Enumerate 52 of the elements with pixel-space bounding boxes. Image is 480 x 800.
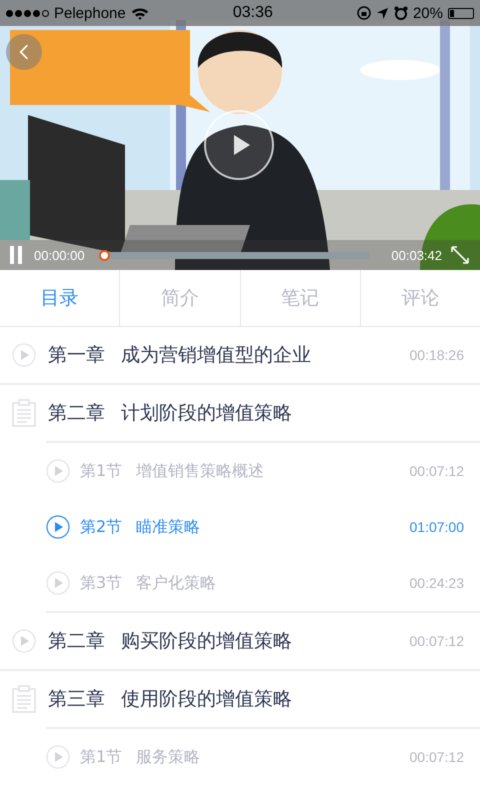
section-number: 第1节: [80, 460, 122, 482]
clipboard-icon: [12, 399, 36, 427]
duration: 00:07:12: [410, 749, 464, 765]
back-icon: [19, 43, 29, 61]
alarm-icon: [394, 6, 408, 20]
chapter-title: 成为营销增值型的企业: [121, 343, 311, 368]
carrier-name: Pelephone: [54, 4, 126, 22]
chapter-item[interactable]: 第二章 计划阶段的增值策略: [0, 385, 480, 441]
play-icon: [12, 343, 36, 367]
chapter-number: 第二章: [48, 629, 105, 654]
duration: 00:18:26: [410, 347, 464, 363]
battery-percent: 20%: [412, 4, 443, 22]
chapter-item[interactable]: 第二章 购买阶段的增值策略 00:07:12: [0, 613, 480, 671]
clipboard-icon: [12, 685, 36, 713]
section-title: 瞄准策略: [136, 516, 200, 538]
section-number: 第1节: [80, 746, 122, 768]
section-item[interactable]: 第1节 增值销售策略概述 00:07:12: [46, 443, 480, 499]
duration: 01:07:00: [410, 519, 464, 535]
section-title: 客户化策略: [136, 572, 216, 594]
clock-time: 03:36: [232, 4, 273, 22]
section-item[interactable]: 第2节 瞄准策略 01:07:00: [46, 499, 480, 555]
section-item[interactable]: 第1节 服务策略 00:07:12: [46, 729, 480, 785]
chapter-title: 计划阶段的增值策略: [121, 401, 292, 426]
chapter-item[interactable]: 第三章 使用阶段的增值策略: [0, 671, 480, 727]
seek-bar[interactable]: [98, 250, 370, 260]
play-icon: [46, 745, 70, 769]
section-number: 第3节: [80, 572, 122, 594]
duration: 00:24:23: [410, 575, 464, 591]
play-icon: [232, 133, 252, 157]
chapter-title: 购买阶段的增值策略: [121, 629, 292, 654]
section-title: 增值销售策略概述: [136, 460, 264, 482]
signal-icon: [6, 10, 49, 16]
chapter-number: 第二章: [48, 401, 105, 426]
chapter-item[interactable]: 第一章 成为营销增值型的企业 00:18:26: [0, 327, 480, 385]
chapter-title: 使用阶段的增值策略: [121, 687, 292, 712]
chapter-number: 第三章: [48, 687, 105, 712]
section-title: 服务策略: [136, 746, 200, 768]
play-icon: [12, 629, 36, 653]
play-icon: [46, 459, 70, 483]
play-icon: [46, 515, 70, 539]
chapter-number: 第一章: [48, 343, 105, 368]
back-button[interactable]: [6, 34, 42, 70]
battery-icon: [448, 8, 474, 18]
play-icon: [46, 571, 70, 595]
elapsed-time: 00:00:00: [34, 248, 85, 262]
section-item[interactable]: 第3节 客户化策略 00:24:23: [46, 555, 480, 611]
section-number: 第2节: [80, 516, 122, 538]
wifi-icon: [130, 6, 149, 20]
rotation-lock-icon: [356, 6, 371, 20]
duration: 00:07:12: [410, 463, 464, 479]
duration: 00:07:12: [410, 633, 464, 649]
fullscreen-button[interactable]: [450, 245, 470, 265]
